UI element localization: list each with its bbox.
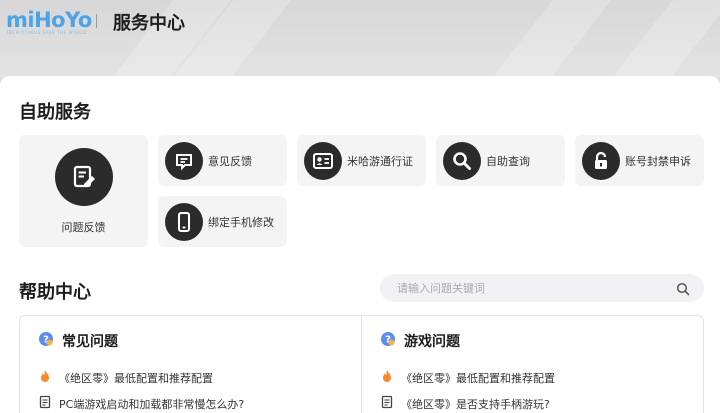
search-input[interactable] [397, 281, 657, 295]
phone-icon [165, 202, 203, 241]
faq-link-text: 《绝区零》最低配置和推荐配置 [59, 371, 213, 385]
faq-column-title: 游戏问题 [404, 334, 460, 350]
logo-tagline: TECH OTAKUS SAVE THE WORLD [6, 30, 87, 35]
svg-text:?: ? [43, 335, 49, 346]
tile-label: 问题反馈 [61, 221, 106, 234]
tile-label: 米哈游通行证 [347, 154, 413, 168]
svg-text:?: ? [385, 335, 391, 346]
tile-label: 绑定手机修改 [208, 215, 274, 229]
faq-link-text: 《绝区零》最低配置和推荐配置 [401, 371, 555, 385]
help-center-title: 帮助中心 [19, 282, 91, 303]
search-bar[interactable] [380, 274, 704, 302]
tile-problem-feedback[interactable]: 问题反馈 [19, 135, 148, 247]
banner-stripe [469, 0, 617, 78]
search-icon[interactable] [676, 281, 690, 300]
banner-stripe [589, 0, 720, 78]
document-icon [381, 395, 393, 412]
tile-opinion-feedback[interactable]: 意见反馈 [158, 135, 287, 186]
tile-account-ban-appeal[interactable]: 账号封禁申诉 [575, 135, 704, 186]
faq-link[interactable]: 《绝区零》最低配置和推荐配置 [381, 369, 555, 386]
id-card-icon [304, 141, 342, 180]
tile-label: 自助查询 [486, 154, 530, 168]
page-title: 服务中心 [113, 13, 185, 34]
header-banner [0, 0, 720, 78]
tile-label: 账号封禁申诉 [625, 154, 691, 168]
header-divider [96, 14, 97, 28]
tile-label: 意见反馈 [208, 154, 252, 168]
fire-icon [39, 369, 51, 386]
fire-icon [381, 369, 393, 386]
faq-link-text: PC端游戏启动和加载都非常慢怎么办? [59, 397, 245, 411]
faq-link[interactable]: 《绝区零》是否支持手柄游玩? [381, 395, 550, 412]
question-badge-icon: ? [38, 331, 54, 351]
faq-link[interactable]: PC端游戏启动和加载都非常慢怎么办? [39, 395, 244, 412]
mihoyo-logo[interactable]: miHoYo [6, 8, 92, 32]
search-icon [443, 141, 481, 180]
question-badge-icon: ? [380, 331, 396, 351]
faq-link-text: 《绝区零》是否支持手柄游玩? [401, 397, 550, 411]
faq-column-divider [361, 316, 362, 413]
faq-link[interactable]: 《绝区零》最低配置和推荐配置 [39, 369, 213, 386]
self-service-title: 自助服务 [19, 102, 91, 123]
faq-column-game: ? 游戏问题 [380, 331, 460, 351]
faq-column-title: 常见问题 [62, 334, 118, 350]
feedback-message-icon [165, 141, 203, 180]
unlock-icon [582, 141, 620, 180]
faq-column-common: ? 常见问题 [38, 331, 118, 351]
tile-self-query[interactable]: 自助查询 [436, 135, 565, 186]
document-icon [39, 395, 51, 412]
edit-document-icon [54, 148, 113, 206]
tile-mihoyo-pass[interactable]: 米哈游通行证 [297, 135, 426, 186]
tile-bind-phone[interactable]: 绑定手机修改 [158, 196, 287, 247]
